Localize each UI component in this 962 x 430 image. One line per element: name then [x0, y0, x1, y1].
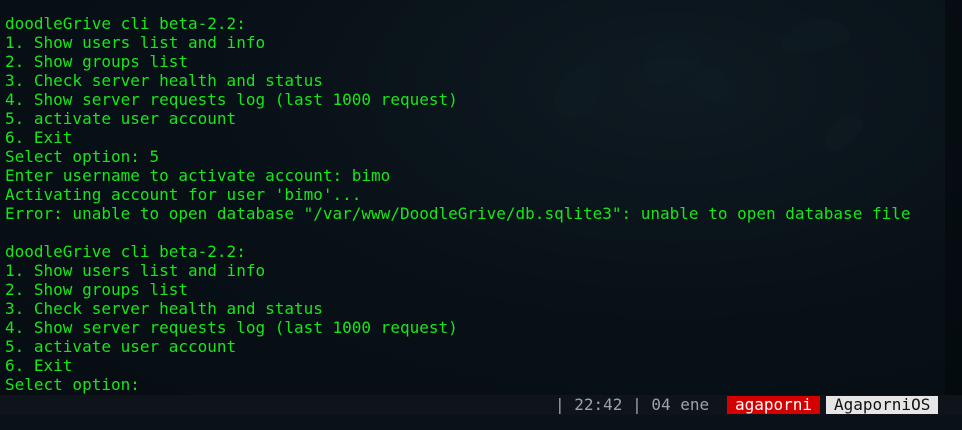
terminal-line: 6. Exit — [5, 128, 73, 147]
terminal-line: 1. Show users list and info — [5, 261, 266, 280]
terminal-line: doodleGrive cli beta-2.2: — [5, 242, 246, 261]
terminal-line: Enter username to activate account: bimo — [5, 166, 391, 185]
status-os-badge: AgaporniOS — [826, 396, 939, 414]
terminal-line: 4. Show server requests log (last 1000 r… — [5, 318, 458, 337]
tmux-status-bar: | 22:42 | 04 ene agaporni AgaporniOS — [0, 395, 962, 415]
terminal-line: 2. Show groups list — [5, 280, 189, 299]
terminal-output: doodleGrive cli beta-2.2: 1. Show users l… — [5, 14, 910, 394]
status-hostname-badge: agaporni — [727, 396, 821, 414]
status-time-date: | 22:42 | 04 ene — [555, 395, 710, 414]
bottom-strip — [0, 415, 962, 430]
terminal-line: Select option: — [5, 375, 140, 394]
desktop-background: doodleGrive cli beta-2.2: 1. Show users l… — [0, 0, 962, 430]
terminal-window[interactable]: doodleGrive cli beta-2.2: 1. Show users l… — [0, 0, 962, 395]
terminal-line: 3. Check server health and status — [5, 299, 323, 318]
terminal-line: Select option: 5 — [5, 147, 160, 166]
terminal-line: 1. Show users list and info — [5, 33, 266, 52]
terminal-line: 5. activate user account — [5, 109, 237, 128]
terminal-line: Error: unable to open database "/var/www… — [5, 204, 911, 223]
terminal-line: Activating account for user 'bimo'... — [5, 185, 362, 204]
terminal-line: 3. Check server health and status — [5, 71, 323, 90]
terminal-line: 6. Exit — [5, 356, 73, 375]
terminal-line: 4. Show server requests log (last 1000 r… — [5, 90, 458, 109]
terminal-line: 5. activate user account — [5, 337, 237, 356]
scrollbar[interactable] — [945, 0, 962, 396]
terminal-line: 2. Show groups list — [5, 52, 189, 71]
terminal-line: doodleGrive cli beta-2.2: — [5, 14, 246, 33]
